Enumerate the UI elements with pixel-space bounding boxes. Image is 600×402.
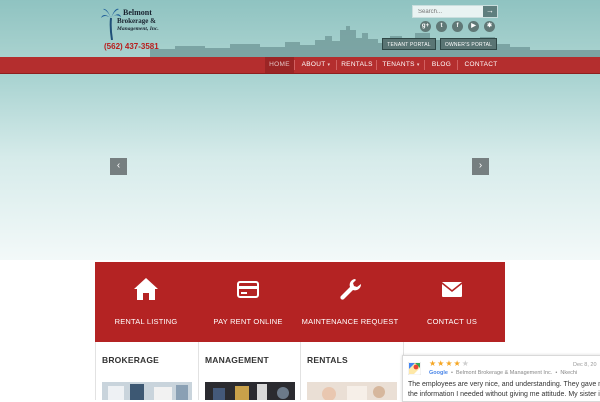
chevron-down-icon: ▾ [327, 62, 331, 68]
feature-maintenance[interactable]: MAINTENANCE REQUEST [299, 262, 401, 342]
nav-home[interactable]: HOME [265, 57, 294, 73]
feature-pay-rent[interactable]: PAY RENT ONLINE [197, 262, 299, 342]
nav-blog[interactable]: BLOG [426, 57, 457, 73]
nav-divider [457, 60, 458, 70]
credit-card-icon [237, 281, 259, 298]
yelp-icon[interactable]: ✱ [484, 21, 495, 32]
brokerage-photo[interactable] [102, 382, 192, 400]
feature-label: PAY RENT ONLINE [213, 317, 283, 326]
review-text-line: the information I needed without giving … [408, 391, 600, 398]
section-rentals: RENTALS [300, 342, 404, 400]
review-source: Google • Belmont Brokerage & Management … [429, 370, 578, 376]
review-text-line: The employees are very nice, and underst… [408, 381, 600, 388]
nav-divider [294, 60, 295, 70]
nav-divider [336, 60, 337, 70]
feature-contact-us[interactable]: CONTACT US [401, 262, 503, 342]
feature-label: RENTAL LISTING [114, 317, 178, 326]
star-icon: ★ [445, 359, 454, 368]
home-icon [134, 278, 158, 300]
main-nav: HOME ABOUT ▾ RENTALS TENANTS ▾ BLOG CONT… [0, 57, 600, 74]
facebook-icon[interactable]: f [452, 21, 463, 32]
search-box: → [412, 5, 498, 18]
section-title: BROKERAGE [102, 355, 160, 365]
site-header: Belmont Brokerage & Management, Inc. (56… [0, 0, 600, 57]
google-maps-icon [408, 362, 421, 375]
section-title: RENTALS [307, 355, 348, 365]
nav-blog-label: BLOG [431, 61, 452, 68]
tenant-portal-button[interactable]: TENANT PORTAL [382, 38, 436, 50]
nav-rentals-label: RENTALS [341, 61, 373, 68]
wrench-icon [340, 279, 362, 300]
nav-tenants[interactable]: TENANTS ▾ [378, 57, 424, 73]
slider-prev-button[interactable]: ‹ [110, 158, 127, 175]
slider-next-button[interactable]: › [472, 158, 489, 175]
google-plus-icon[interactable]: g+ [420, 21, 431, 32]
review-author: Nkechi [560, 370, 578, 376]
feature-banner: RENTAL LISTING PAY RENT ONLINE MAINTENAN… [95, 262, 505, 342]
chevron-down-icon: ▾ [416, 62, 420, 68]
nav-contact-label: CONTACT [464, 61, 498, 68]
youtube-icon[interactable]: ▶ [468, 21, 479, 32]
nav-about[interactable]: ABOUT ▾ [296, 57, 336, 73]
envelope-icon [441, 282, 463, 297]
company-logo[interactable]: Belmont Brokerage & Management, Inc. (56… [101, 6, 159, 52]
arrow-right-icon[interactable]: → [483, 6, 497, 17]
review-text: The employees are very nice, and underst… [408, 380, 600, 400]
google-review-widget[interactable]: ★★★★★ Google • Belmont Brokerage & Manag… [402, 355, 600, 402]
section-brokerage: BROKERAGE [95, 342, 199, 400]
star-empty-icon: ★ [461, 359, 470, 368]
nav-tenants-label: TENANTS [382, 61, 415, 68]
nav-divider [376, 60, 377, 70]
star-icon: ★ [453, 359, 462, 368]
section-management: MANAGEMENT [198, 342, 301, 400]
logo-line-2: Brokerage & [117, 17, 156, 25]
twitter-icon[interactable]: t [436, 21, 447, 32]
management-photo[interactable] [205, 382, 295, 400]
nav-divider [424, 60, 425, 70]
logo-line-3: Management, Inc. [117, 26, 159, 32]
feature-rental-listing[interactable]: RENTAL LISTING [95, 262, 197, 342]
rating-stars: ★★★★★ [429, 359, 470, 368]
rentals-photo[interactable] [307, 382, 397, 400]
section-title: MANAGEMENT [205, 355, 269, 365]
review-business: Belmont Brokerage & Management Inc. [456, 370, 553, 376]
star-icon: ★ [429, 359, 438, 368]
feature-label: CONTACT US [426, 317, 478, 326]
nav-rentals[interactable]: RENTALS [338, 57, 376, 73]
search-input[interactable] [413, 6, 484, 17]
nav-about-label: ABOUT [301, 61, 326, 68]
logo-phone: (562) 437-3581 [104, 42, 159, 51]
review-source-name: Google [429, 370, 448, 376]
nav-home-label: HOME [269, 61, 290, 68]
owners-portal-button[interactable]: OWNER'S PORTAL [440, 38, 497, 50]
logo-line-1: Belmont [123, 8, 152, 17]
city-skyline-graphic [150, 26, 600, 57]
feature-label: MAINTENANCE REQUEST [301, 317, 399, 326]
nav-contact[interactable]: CONTACT [459, 57, 503, 73]
hero-slider: ‹ › [0, 74, 600, 260]
review-date: Dec 8, 20 [573, 362, 597, 368]
